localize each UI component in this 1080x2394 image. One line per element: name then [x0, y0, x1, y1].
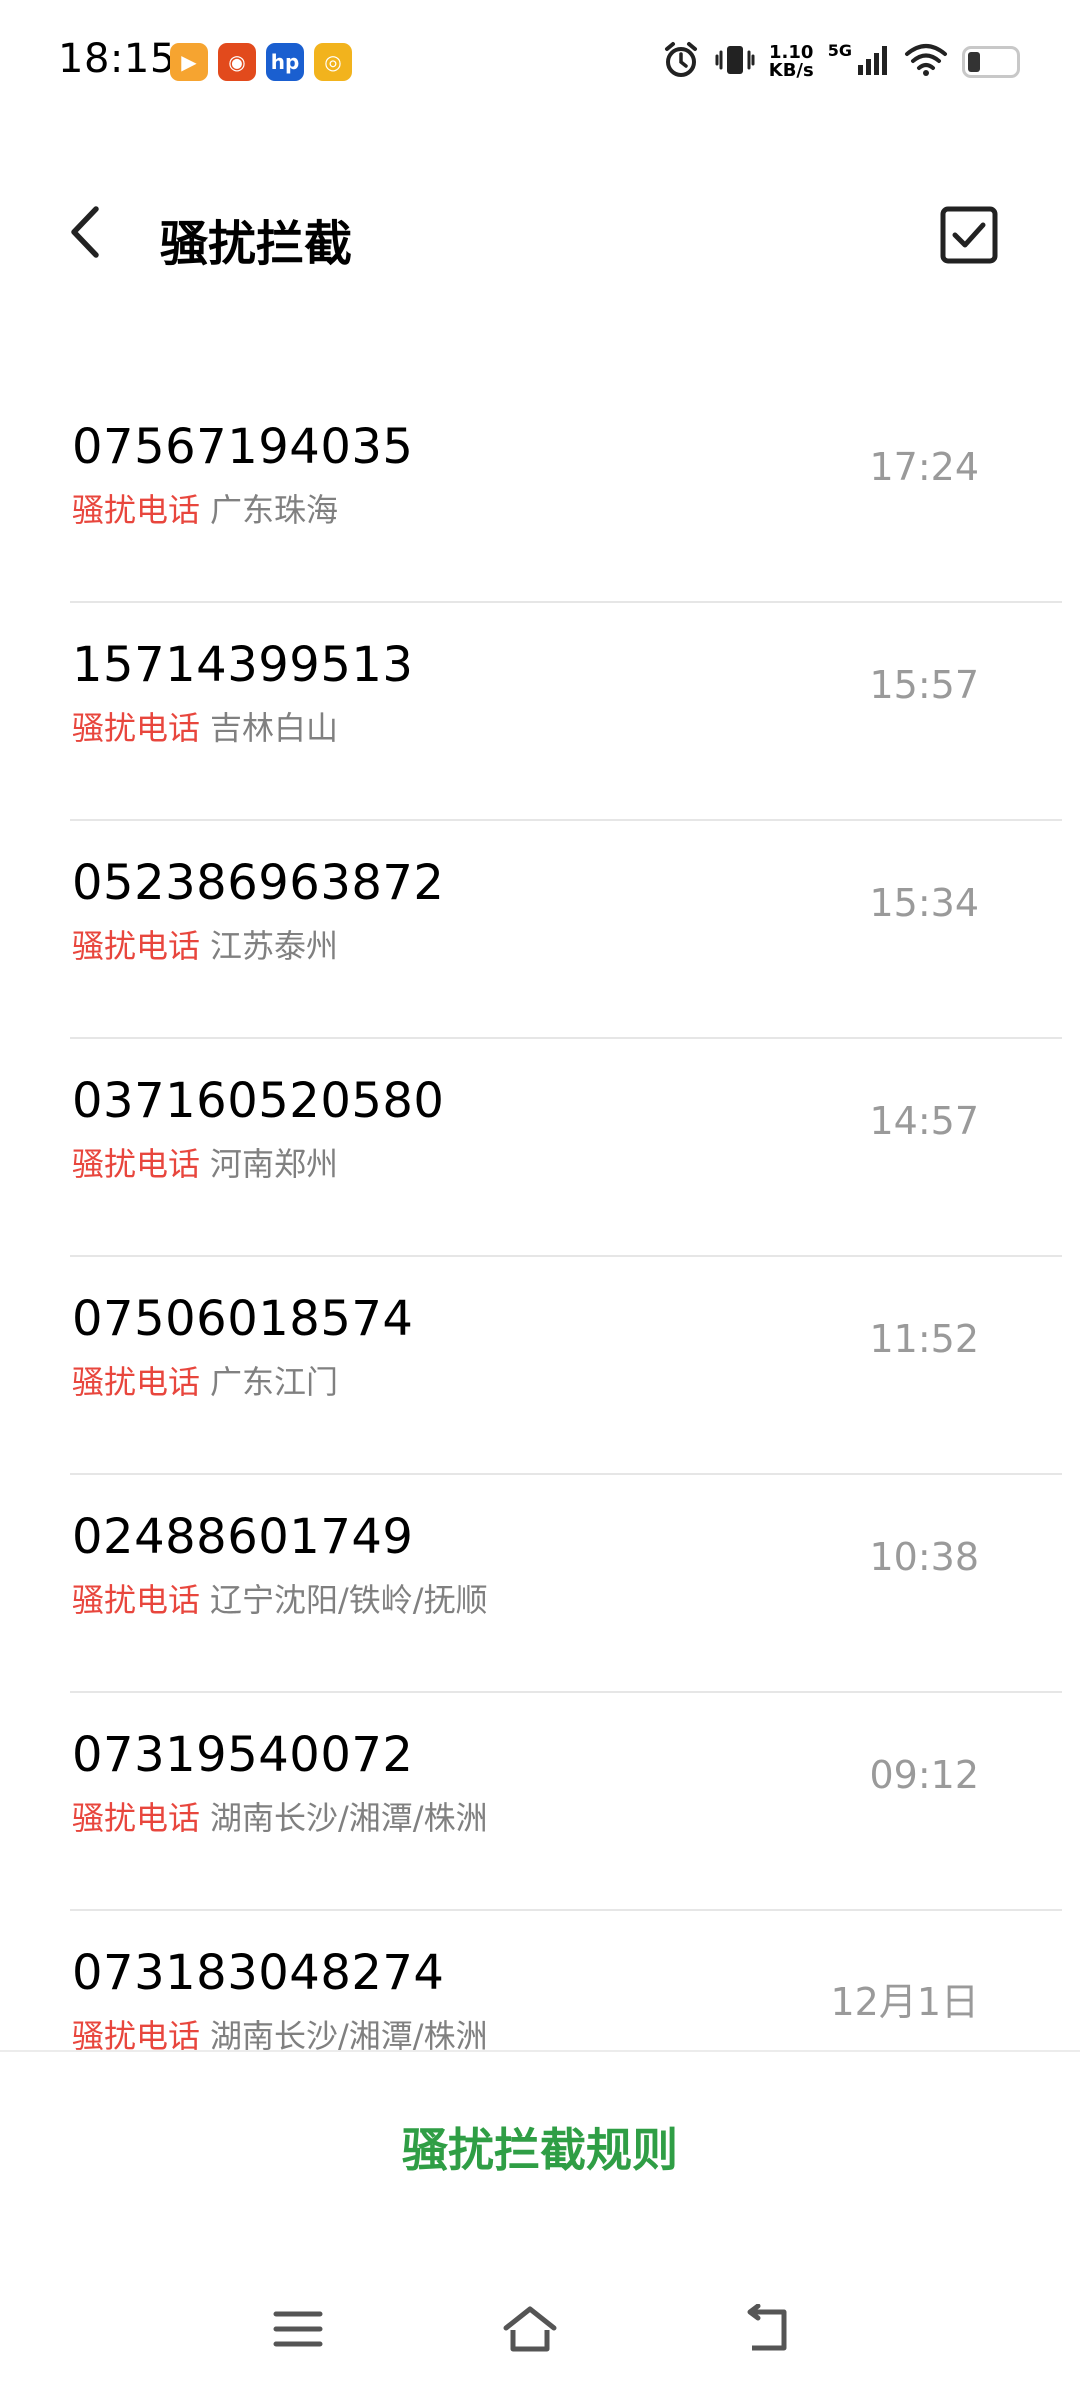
- call-details: 骚扰电话 江苏泰州: [72, 921, 338, 967]
- call-list-item[interactable]: 02488601749 骚扰电话 辽宁沈阳/铁岭/抚顺 10:38: [70, 1475, 1062, 1693]
- call-list-item[interactable]: 07567194035 骚扰电话 广东珠海 17:24: [70, 385, 1062, 603]
- wifi-icon: [904, 42, 948, 82]
- call-location: 江苏泰州: [210, 927, 339, 965]
- call-time: 10:38: [869, 1535, 979, 1579]
- status-time: 18:15: [58, 36, 176, 82]
- status-app-icons: ▶ ◉ hp ◎: [170, 43, 352, 81]
- status-indicators: 1.10 KB/s 5G: [661, 40, 1020, 84]
- call-number: 07567194035: [72, 419, 414, 475]
- call-location: 广东江门: [210, 1363, 339, 1401]
- call-details: 骚扰电话 湖南长沙/湘潭/株洲: [72, 1793, 488, 1839]
- call-details: 骚扰电话 辽宁沈阳/铁岭/抚顺: [72, 1575, 488, 1621]
- alarm-icon: [661, 40, 701, 84]
- call-details: 骚扰电话 吉林白山: [72, 703, 338, 749]
- call-time: 15:57: [869, 663, 979, 707]
- call-number: 037160520580: [72, 1073, 445, 1129]
- signal-icon: [856, 43, 890, 81]
- call-location: 湖南长沙/湘潭/株洲: [210, 1799, 488, 1837]
- spam-tag: 骚扰电话: [72, 927, 201, 965]
- call-location: 湖南长沙/湘潭/株洲: [210, 2017, 488, 2050]
- chevron-left-icon: [71, 206, 99, 258]
- call-details: 骚扰电话 广东江门: [72, 1357, 338, 1403]
- call-number: 052386963872: [72, 855, 445, 911]
- call-location: 辽宁沈阳/铁岭/抚顺: [210, 1581, 488, 1619]
- call-list-item[interactable]: 07319540072 骚扰电话 湖南长沙/湘潭/株洲 09:12: [70, 1693, 1062, 1911]
- call-location: 河南郑州: [210, 1145, 339, 1183]
- call-list-item[interactable]: 037160520580 骚扰电话 河南郑州 14:57: [70, 1039, 1062, 1257]
- call-time: 15:34: [869, 881, 979, 925]
- block-rules-button[interactable]: 骚扰拦截规则: [0, 2114, 1080, 2180]
- back-button[interactable]: [60, 202, 110, 262]
- weibo-app-icon: ◎: [314, 43, 352, 81]
- bottom-bar: 骚扰拦截规则: [0, 2050, 1080, 2394]
- status-bar: 18:15 ▶ ◉ hp ◎ 1.10 KB/s 5G: [0, 0, 1080, 130]
- system-nav-bar: [0, 2252, 1080, 2372]
- net-speed-unit: KB/s: [768, 60, 814, 81]
- call-time: 12月1日: [830, 1980, 979, 2024]
- call-list-item[interactable]: 052386963872 骚扰电话 江苏泰州 15:34: [70, 821, 1062, 1039]
- spam-tag: 骚扰电话: [72, 2017, 201, 2050]
- call-location: 吉林白山: [210, 709, 339, 747]
- back-arrow-icon: [747, 2303, 787, 2351]
- call-time: 14:57: [869, 1099, 979, 1143]
- taobao-app-icon: ◉: [218, 43, 256, 81]
- nav-home-button[interactable]: [500, 2304, 560, 2354]
- nav-menu-button[interactable]: [268, 2304, 328, 2354]
- call-time: 17:24: [869, 445, 979, 489]
- call-number: 073183048274: [72, 1945, 445, 2001]
- app-header: 骚扰拦截: [0, 180, 1080, 290]
- call-time: 09:12: [869, 1753, 979, 1797]
- vibrate-icon: [715, 40, 755, 84]
- multi-select-button[interactable]: [940, 206, 998, 264]
- menu-icon: [273, 2311, 323, 2347]
- spam-tag: 骚扰电话: [72, 1799, 201, 1837]
- call-number: 07506018574: [72, 1291, 414, 1347]
- spam-tag: 骚扰电话: [72, 709, 201, 747]
- call-details: 骚扰电话 河南郑州: [72, 1139, 338, 1185]
- page-title: 骚扰拦截: [160, 216, 353, 272]
- nav-back-button[interactable]: [738, 2303, 798, 2354]
- call-list-item[interactable]: 07506018574 骚扰电话 广东江门 11:52: [70, 1257, 1062, 1475]
- call-number: 02488601749: [72, 1509, 414, 1565]
- spam-tag: 骚扰电话: [72, 1145, 201, 1183]
- home-icon: [503, 2306, 557, 2352]
- call-number: 15714399513: [72, 637, 414, 693]
- hp-app-icon: hp: [266, 43, 304, 81]
- call-list-item[interactable]: 15714399513 骚扰电话 吉林白山 15:57: [70, 603, 1062, 821]
- call-location: 广东珠海: [210, 491, 339, 529]
- spam-tag: 骚扰电话: [72, 1363, 201, 1401]
- spam-tag: 骚扰电话: [72, 1581, 201, 1619]
- call-time: 11:52: [869, 1317, 979, 1361]
- call-details: 骚扰电话 广东珠海: [72, 485, 338, 531]
- net-speed-indicator: 1.10 KB/s: [769, 44, 814, 80]
- call-details: 骚扰电话 湖南长沙/湘潭/株洲: [72, 2011, 488, 2050]
- checkbox-icon: [940, 206, 998, 264]
- call-number: 07319540072: [72, 1727, 414, 1783]
- spam-tag: 骚扰电话: [72, 491, 201, 529]
- network-type-label: 5G: [827, 40, 852, 60]
- blocked-call-list[interactable]: 07567194035 骚扰电话 广东珠海 17:24 15714399513 骚扰电话吉…: [0, 385, 1080, 2050]
- video-app-icon: ▶: [170, 43, 208, 81]
- battery-icon: [962, 46, 1020, 78]
- call-list-item[interactable]: 073183048274 骚扰电话 湖南长沙/湘潭/株洲 12月1日: [70, 1911, 1062, 2050]
